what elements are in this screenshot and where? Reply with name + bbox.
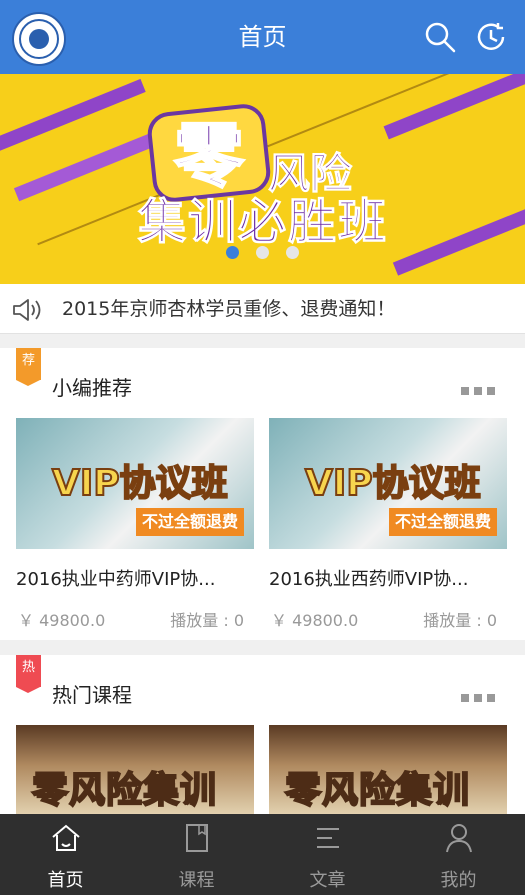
recommend-tag: 荐 bbox=[16, 348, 41, 386]
tab-label: 课程 bbox=[178, 870, 215, 891]
course-card[interactable]: VIP协议班 不过全额退费 2016执业西药师VIP协... ￥ 49800.0… bbox=[269, 418, 507, 630]
section-title: 热门课程 bbox=[52, 683, 132, 707]
article-icon bbox=[316, 828, 339, 848]
book-icon bbox=[185, 824, 208, 852]
tab-label: 我的 bbox=[440, 870, 477, 891]
course-price: ￥ 49800.0 bbox=[271, 611, 359, 630]
tab-label: 首页 bbox=[47, 870, 84, 891]
more-icon[interactable] bbox=[461, 380, 501, 395]
banner-dot-2[interactable] bbox=[256, 246, 269, 259]
thumbnail-title: 零风险集训 bbox=[284, 769, 471, 812]
promo-banner[interactable]: 零 风险 集训必胜班 bbox=[0, 74, 525, 284]
course-meta: ￥ 49800.0 播放量 : 0 bbox=[16, 607, 254, 630]
course-meta: ￥ 49800.0 播放量 : 0 bbox=[269, 607, 507, 630]
thumbnail-ribbon: 不过全额退费 bbox=[136, 508, 245, 536]
thumbnail-title: 零风险集训 bbox=[31, 769, 218, 812]
banner-dot-3[interactable] bbox=[286, 246, 300, 259]
search-icon[interactable] bbox=[423, 20, 457, 54]
bottom-tab-bar: 首页 课程 文章 我的 bbox=[0, 814, 525, 895]
tab-label: 文章 bbox=[309, 870, 346, 891]
tab-articles[interactable]: 文章 bbox=[262, 814, 393, 895]
course-name[interactable]: 2016执业西药师VIP协... bbox=[269, 565, 507, 591]
banner-dot-1[interactable] bbox=[225, 246, 239, 259]
hot-tag: 热 bbox=[16, 655, 41, 693]
course-plays: 播放量 : 0 bbox=[423, 611, 497, 630]
banner-pagination bbox=[0, 244, 525, 263]
hot-section: 热 热门课程 零风险集训 零风险集训 bbox=[0, 655, 525, 815]
course-card[interactable]: 零风险集训 bbox=[269, 725, 507, 815]
thumbnail-title: VIP协议班 bbox=[51, 462, 229, 505]
course-thumbnail[interactable]: 零风险集训 bbox=[16, 725, 254, 815]
course-card[interactable]: 零风险集训 bbox=[16, 725, 254, 815]
top-bar: 首页 bbox=[0, 0, 525, 74]
banner-line2: 集训必胜班 bbox=[137, 194, 389, 251]
more-icon[interactable] bbox=[461, 687, 501, 702]
course-thumbnail[interactable]: 零风险集训 bbox=[269, 725, 507, 815]
banner-stripe bbox=[383, 74, 525, 140]
tab-mine[interactable]: 我的 bbox=[393, 814, 524, 895]
banner-stripe bbox=[392, 206, 525, 276]
notice-text[interactable]: 2015年京师杏林学员重修、退费通知！ bbox=[62, 284, 395, 334]
section-title: 小编推荐 bbox=[52, 376, 132, 400]
course-name[interactable]: 2016执业中药师VIP协... bbox=[16, 565, 254, 591]
recommended-section: 荐 小编推荐 VIP协议班 不过全额退费 2016执业中药师VIP协... ￥ … bbox=[0, 348, 525, 640]
user-icon bbox=[445, 824, 472, 853]
thumbnail-ribbon: 不过全额退费 bbox=[389, 508, 498, 536]
notice-bar[interactable]: 2015年京师杏林学员重修、退费通知！ bbox=[0, 284, 525, 334]
tab-home[interactable]: 首页 bbox=[0, 814, 131, 895]
app-screen: 首页 零 风险 集训必胜班 2015年京师杏林学员重修、退费通知！ 荐 小编推荐… bbox=[0, 0, 525, 895]
course-card[interactable]: VIP协议班 不过全额退费 2016执业中药师VIP协... ￥ 49800.0… bbox=[16, 418, 254, 630]
history-icon[interactable] bbox=[474, 20, 508, 54]
course-thumbnail[interactable]: VIP协议班 不过全额退费 bbox=[269, 418, 507, 549]
thumbnail-title: VIP协议班 bbox=[304, 462, 482, 505]
course-thumbnail[interactable]: VIP协议班 不过全额退费 bbox=[16, 418, 254, 549]
course-plays: 播放量 : 0 bbox=[170, 611, 244, 630]
home-icon bbox=[51, 824, 80, 851]
course-price: ￥ 49800.0 bbox=[18, 611, 106, 630]
tab-courses[interactable]: 课程 bbox=[131, 814, 262, 895]
speaker-icon bbox=[13, 299, 41, 321]
